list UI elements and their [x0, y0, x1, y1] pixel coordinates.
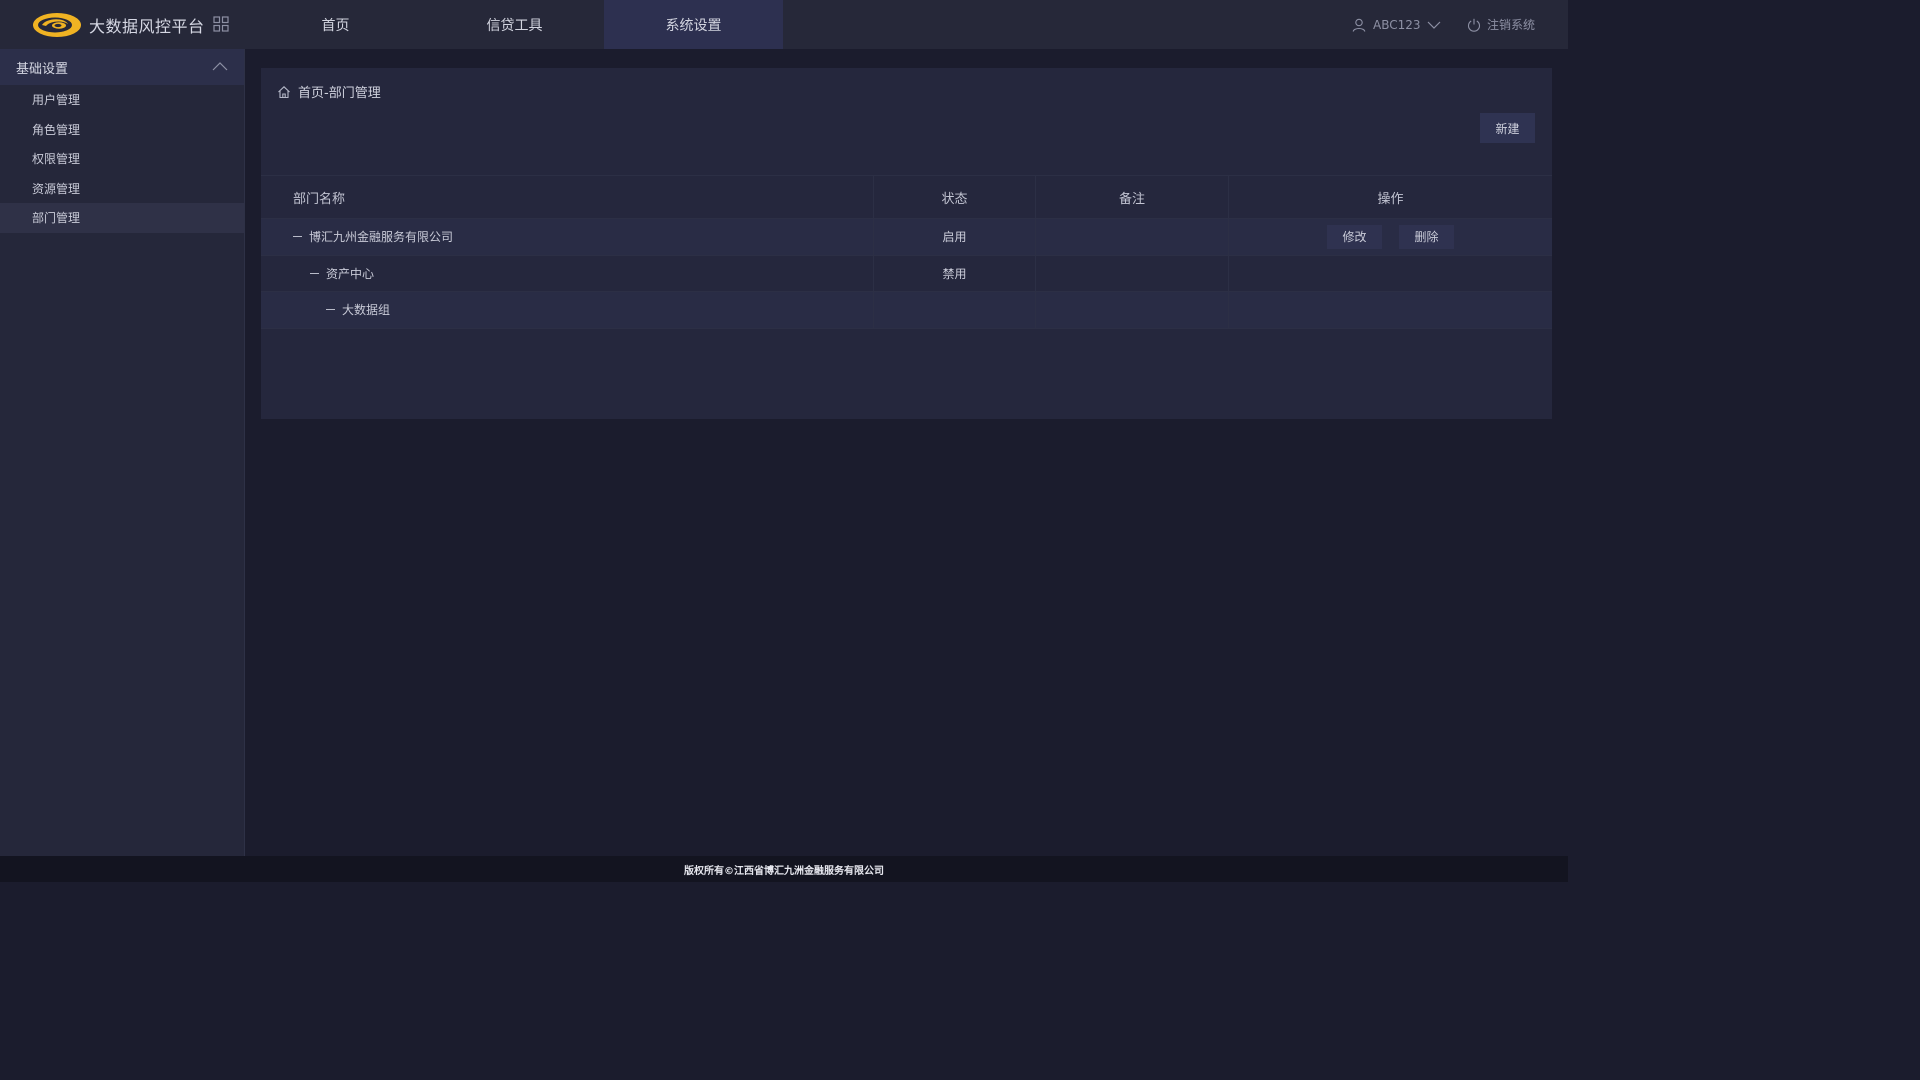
edit-button[interactable]: 修改 — [1327, 224, 1382, 249]
app-title: 大数据风控平台 — [89, 16, 205, 36]
chevron-up-icon — [212, 62, 228, 71]
column-header-actions: 操作 — [1377, 191, 1404, 207]
chevron-down-icon — [1427, 21, 1440, 29]
copyright-text: 版权所有©江西省博汇九洲金融服务有限公司 — [684, 865, 884, 877]
breadcrumb-text: 首页-部门管理 — [298, 86, 381, 101]
status-cell: 禁用 — [874, 255, 1036, 291]
column-header-status: 状态 — [874, 176, 1036, 218]
new-department-button[interactable]: 新建 — [1480, 113, 1535, 143]
note-cell — [1036, 292, 1229, 328]
column-header-name: 部门名称 — [261, 176, 874, 218]
note-cell — [1036, 219, 1229, 255]
delete-button[interactable]: 删除 — [1399, 224, 1454, 249]
user-icon — [1352, 18, 1366, 32]
column-header-note: 备注 — [1036, 176, 1229, 218]
nav-credit-tools[interactable]: 信贷工具 — [425, 0, 604, 49]
actions-cell: 修改 删除 — [1229, 219, 1552, 255]
sidebar-item-resources[interactable]: 资源管理 — [0, 174, 244, 204]
sidebar: 基础设置 用户管理 角色管理 权限管理 资源管理 部门管理 — [0, 49, 245, 856]
department-name: 大数据组 — [342, 303, 391, 318]
breadcrumb: 首页-部门管理 — [277, 82, 381, 101]
department-name-cell: 大数据组 — [261, 292, 874, 328]
department-name: 资产中心 — [326, 266, 375, 281]
sidebar-group-label: 基础设置 — [16, 61, 69, 77]
user-name: ABC123 — [1373, 17, 1421, 32]
logout-button[interactable]: 注销系统 — [1467, 0, 1535, 49]
sidebar-item-roles[interactable]: 角色管理 — [0, 115, 244, 145]
footer: 版权所有©江西省博汇九洲金融服务有限公司 — [0, 856, 1568, 882]
sidebar-group-basic-settings[interactable]: 基础设置 — [0, 49, 244, 85]
nav-home[interactable]: 首页 — [246, 0, 425, 49]
actions-cell — [1229, 256, 1552, 292]
collapse-dash-icon[interactable] — [310, 272, 319, 274]
top-bar: 大数据风控平台 首页 信贷工具 系统设置 ABC123 注销系统 — [0, 0, 1568, 49]
home-icon[interactable] — [277, 85, 291, 99]
collapse-dash-icon[interactable] — [326, 309, 335, 311]
sidebar-item-permissions[interactable]: 权限管理 — [0, 144, 244, 174]
table-header-row: 部门名称 状态 备注 操作 — [261, 176, 1552, 219]
main-nav: 首页 信贷工具 系统设置 — [246, 0, 783, 49]
table-row: 资产中心 禁用 — [261, 255, 1552, 292]
app-logo[interactable]: 大数据风控平台 — [32, 0, 205, 49]
sidebar-item-departments[interactable]: 部门管理 — [0, 203, 244, 233]
department-name: 博汇九州金融服务有限公司 — [309, 230, 454, 245]
status-cell — [874, 292, 1036, 328]
power-icon — [1467, 18, 1481, 32]
table-row: 博汇九州金融服务有限公司 启用 修改 删除 — [261, 219, 1552, 256]
department-name-cell: 资产中心 — [261, 255, 874, 291]
table-row: 大数据组 — [261, 292, 1552, 329]
note-cell — [1036, 255, 1229, 291]
collapse-dash-icon[interactable] — [293, 236, 302, 238]
apps-grid-icon[interactable] — [213, 16, 229, 32]
logout-label: 注销系统 — [1487, 18, 1536, 32]
nav-system-settings[interactable]: 系统设置 — [604, 0, 783, 49]
swirl-logo-icon — [33, 12, 81, 37]
actions-cell — [1229, 292, 1552, 328]
sidebar-item-users[interactable]: 用户管理 — [0, 85, 244, 115]
status-cell: 启用 — [874, 219, 1036, 255]
user-menu[interactable]: ABC123 — [1352, 0, 1441, 49]
department-panel: 首页-部门管理 新建 部门名称 状态 备注 操作 博汇九州金融服务有限公司 启用… — [261, 68, 1552, 419]
department-name-cell: 博汇九州金融服务有限公司 — [261, 219, 874, 255]
department-table: 部门名称 状态 备注 操作 博汇九州金融服务有限公司 启用 修改 删除 资产中心… — [261, 175, 1552, 329]
